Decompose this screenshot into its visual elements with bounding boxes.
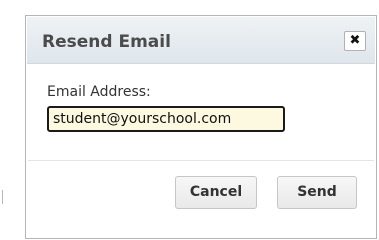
- cancel-button[interactable]: Cancel: [175, 176, 257, 209]
- close-icon: ✖: [349, 33, 361, 48]
- page: Resend Email ✖ Email Address: student@yo…: [0, 0, 379, 240]
- close-button[interactable]: ✖: [344, 31, 366, 51]
- email-address-label: Email Address:: [47, 84, 151, 100]
- send-button[interactable]: Send: [277, 176, 357, 209]
- background-edge-mark: [2, 190, 3, 204]
- email-address-input[interactable]: student@yourschool.com: [47, 106, 285, 132]
- resend-email-dialog: Resend Email ✖ Email Address: student@yo…: [25, 15, 377, 239]
- dialog-footer: Cancel Send: [27, 161, 375, 238]
- background-page-edge: [0, 0, 8, 240]
- dialog-header: Resend Email ✖: [27, 17, 375, 64]
- dialog-body: Email Address: student@yourschool.com: [27, 63, 375, 160]
- dialog-title: Resend Email: [42, 32, 171, 52]
